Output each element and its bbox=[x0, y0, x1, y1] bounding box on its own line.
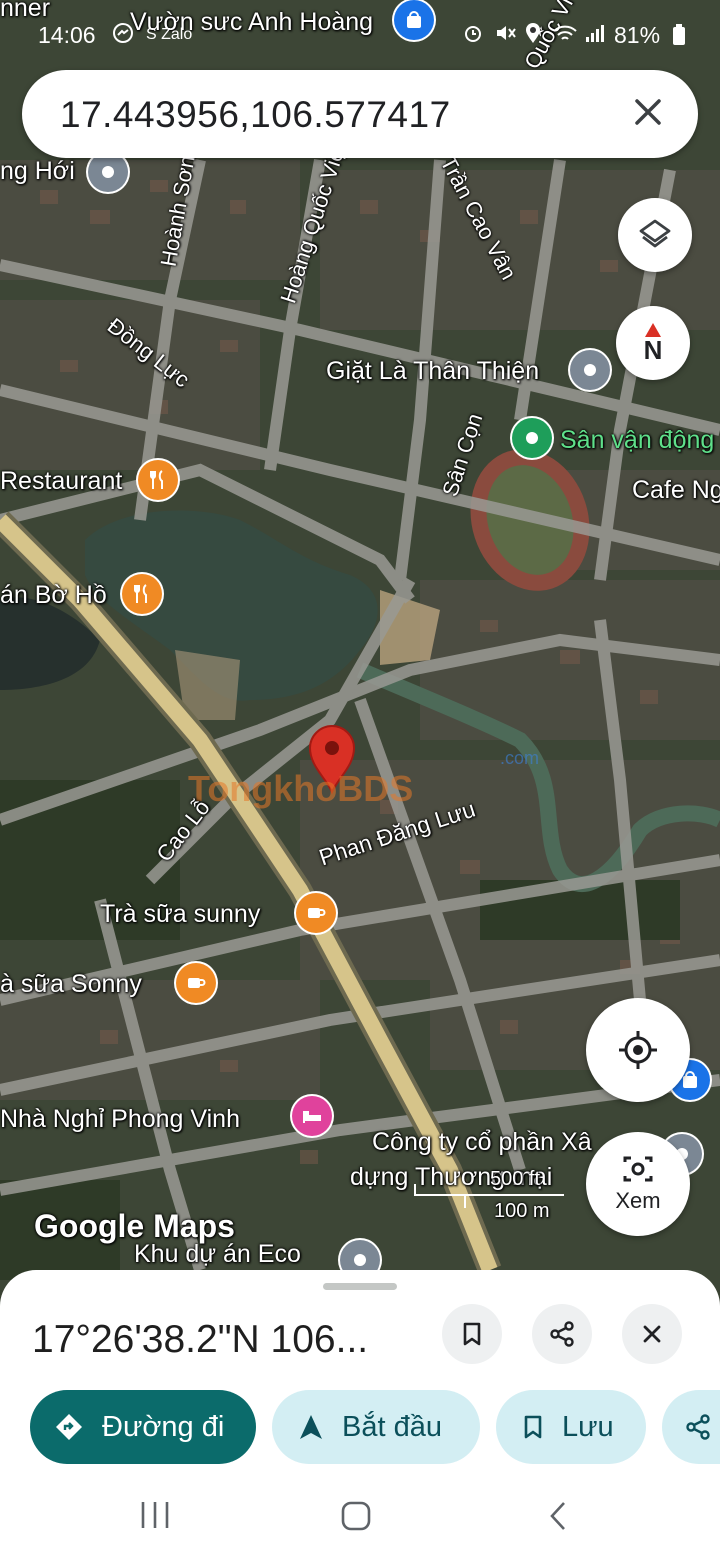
clear-search-button[interactable] bbox=[628, 92, 668, 132]
search-bar[interactable]: 17.443956,106.577417 bbox=[22, 70, 698, 158]
label-quan-bo-ho: án Bờ Hồ bbox=[0, 581, 107, 609]
close-sheet-button[interactable] bbox=[622, 1304, 682, 1364]
layers-icon bbox=[639, 219, 671, 248]
label-giat-la: Giặt Là Thân Thiện bbox=[326, 357, 540, 385]
directions-icon bbox=[56, 1414, 82, 1440]
location-icon bbox=[524, 22, 542, 50]
my-location-button[interactable] bbox=[586, 998, 690, 1102]
navigation-arrow-icon bbox=[300, 1415, 322, 1439]
label-khu-du-an: Khu dự án Eco bbox=[134, 1240, 301, 1268]
battery-icon bbox=[672, 24, 686, 52]
status-time: 14:06 bbox=[38, 22, 96, 48]
close-icon bbox=[643, 1325, 661, 1343]
place-marker-icon[interactable] bbox=[88, 152, 128, 192]
bookmark-icon bbox=[524, 1415, 542, 1439]
directions-button[interactable]: Đường đi bbox=[30, 1390, 256, 1464]
bookmark-icon bbox=[463, 1322, 481, 1346]
map-scale: 500 ft 100 m bbox=[414, 1168, 564, 1222]
scale-ft: 500 ft bbox=[490, 1168, 541, 1190]
status-apps: S Zalo bbox=[146, 26, 193, 43]
map-view[interactable]: TongkhoBDS .com nner Vườn sưc Anh Hoàng … bbox=[0, 0, 720, 1290]
stadium-marker-icon[interactable] bbox=[512, 418, 552, 458]
label-cong-ty-1: Công ty cổ phần Xâ bbox=[372, 1128, 592, 1156]
share-button[interactable] bbox=[532, 1304, 592, 1364]
wifi-icon bbox=[552, 22, 578, 50]
label-cafe: Cafe Ng bbox=[632, 476, 720, 504]
close-icon bbox=[635, 99, 661, 125]
coordinates-title: 17°26'38.2"N 106... bbox=[32, 1318, 369, 1361]
lens-label: Xem bbox=[615, 1188, 661, 1213]
share-icon bbox=[686, 1414, 710, 1440]
back-icon bbox=[550, 1502, 565, 1530]
satellite-map bbox=[0, 0, 720, 1290]
system-nav-bar bbox=[0, 1470, 720, 1560]
battery-percent: 81% bbox=[614, 22, 661, 48]
drag-handle[interactable] bbox=[323, 1283, 397, 1290]
signal-icon bbox=[584, 22, 606, 50]
scale-m: 100 m bbox=[494, 1200, 550, 1222]
hotel-icon[interactable] bbox=[292, 1096, 332, 1136]
camera-lens-icon bbox=[623, 1156, 653, 1182]
compass-button[interactable]: N bbox=[616, 306, 690, 380]
recents-button[interactable] bbox=[138, 1500, 172, 1535]
label-san-van-dong: Sân vận động bbox=[560, 426, 715, 454]
home-button[interactable] bbox=[340, 1500, 372, 1537]
save-label: Lưu bbox=[562, 1410, 614, 1443]
back-button[interactable] bbox=[546, 1500, 570, 1537]
place-marker-icon[interactable] bbox=[570, 350, 610, 390]
home-icon bbox=[341, 1501, 371, 1531]
cafe-icon[interactable] bbox=[296, 893, 336, 933]
lens-button[interactable]: Xem bbox=[586, 1132, 690, 1236]
restaurant-icon[interactable] bbox=[138, 460, 178, 500]
status-bar: 14:06 S Zalo 81% bbox=[0, 0, 720, 60]
label-nha-nghi: Nhà Nghỉ Phong Vinh bbox=[0, 1105, 240, 1133]
bookmark-button[interactable] bbox=[442, 1304, 502, 1364]
start-label: Bắt đầu bbox=[342, 1410, 442, 1443]
directions-label: Đường đi bbox=[102, 1410, 225, 1443]
mute-icon bbox=[494, 22, 516, 50]
layers-button[interactable] bbox=[618, 198, 692, 272]
share-pill-button[interactable] bbox=[662, 1390, 720, 1464]
recents-icon bbox=[141, 1502, 169, 1528]
alarm-icon bbox=[462, 22, 484, 50]
label-tra-sua-sonny: à sữa Sonny bbox=[0, 970, 142, 998]
label-tra-sua-sunny: Trà sữa sunny bbox=[100, 900, 261, 928]
label-restaurant: Restaurant bbox=[0, 467, 123, 495]
restaurant-icon[interactable] bbox=[122, 574, 162, 614]
watermark-sub: .com bbox=[500, 748, 540, 768]
save-button[interactable]: Lưu bbox=[496, 1390, 646, 1464]
messenger-icon bbox=[112, 22, 134, 50]
crosshair-icon bbox=[619, 1031, 657, 1069]
compass-label: N bbox=[643, 335, 663, 365]
share-icon bbox=[550, 1321, 574, 1347]
start-button[interactable]: Bắt đầu bbox=[272, 1390, 480, 1464]
cafe-icon[interactable] bbox=[176, 963, 216, 1003]
watermark: TongkhoBDS bbox=[188, 768, 414, 809]
search-query[interactable]: 17.443956,106.577417 bbox=[60, 94, 451, 136]
label-dong-hoi: ng Hới bbox=[0, 157, 75, 185]
